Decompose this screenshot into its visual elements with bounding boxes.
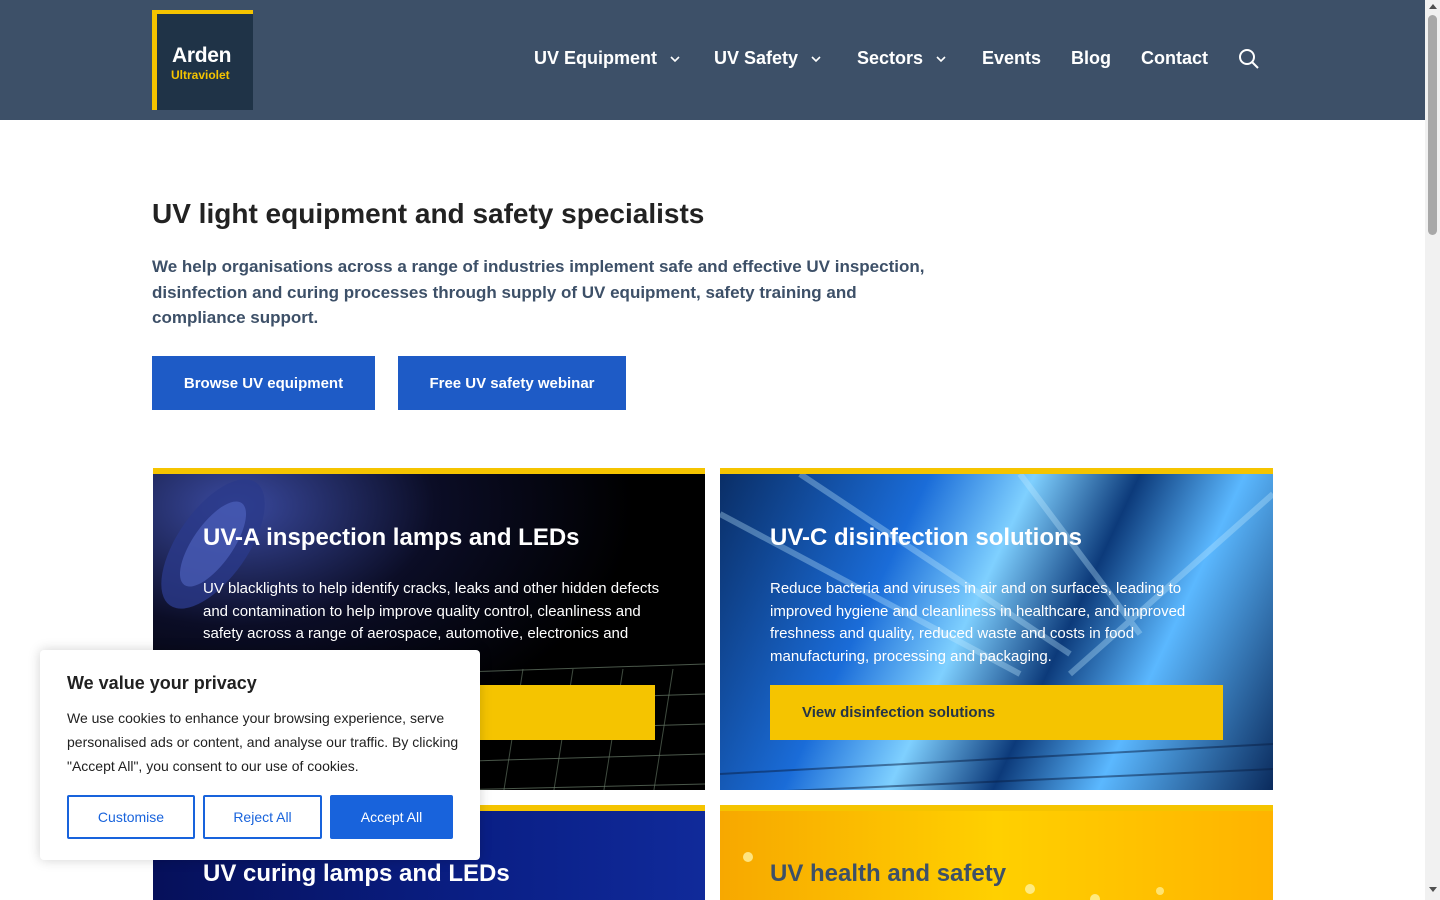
customise-button[interactable]: Customise bbox=[67, 795, 195, 839]
scroll-up-arrow-icon[interactable] bbox=[1429, 4, 1437, 9]
nav-uv-equipment[interactable]: UV Equipment bbox=[534, 48, 681, 69]
chevron-down-icon bbox=[670, 55, 680, 62]
site-header: Arden Ultraviolet UV Equipment UV Safety… bbox=[0, 0, 1425, 120]
logo-subtitle: Ultraviolet bbox=[171, 68, 230, 82]
card-title: UV curing lamps and LEDs bbox=[203, 860, 510, 887]
nav-blog[interactable]: Blog bbox=[1071, 48, 1111, 69]
nav-events[interactable]: Events bbox=[982, 48, 1041, 69]
nav-label: Blog bbox=[1071, 48, 1111, 68]
cookie-consent-banner: We value your privacy We use cookies to … bbox=[40, 650, 480, 860]
page-title: UV light equipment and safety specialist… bbox=[152, 198, 705, 229]
card-title: UV-A inspection lamps and LEDs bbox=[203, 524, 580, 551]
hero-description: We help organisations across a range of … bbox=[152, 257, 925, 327]
free-uv-safety-webinar-button[interactable]: Free UV safety webinar bbox=[398, 356, 626, 410]
chevron-down-icon bbox=[811, 55, 821, 62]
cookie-title: We value your privacy bbox=[67, 673, 257, 693]
card-description: Reduce bacteria and viruses in air and o… bbox=[770, 580, 1186, 665]
vertical-scrollbar[interactable] bbox=[1425, 0, 1440, 900]
browse-uv-equipment-button[interactable]: Browse UV equipment bbox=[152, 356, 375, 410]
nav-sectors[interactable]: Sectors bbox=[857, 48, 947, 69]
nav-contact[interactable]: Contact bbox=[1141, 48, 1208, 69]
view-disinfection-solutions-button[interactable]: View disinfection solutions bbox=[770, 685, 1223, 740]
arden-logo[interactable]: Arden Ultraviolet bbox=[152, 10, 253, 110]
scroll-down-arrow-icon[interactable] bbox=[1429, 887, 1437, 892]
search-icon[interactable] bbox=[1238, 48, 1260, 70]
chevron-down-icon bbox=[936, 55, 946, 62]
cookie-description: We use cookies to enhance your browsing … bbox=[67, 710, 459, 774]
nav-uv-safety[interactable]: UV Safety bbox=[714, 48, 822, 69]
nav-label: Contact bbox=[1141, 48, 1208, 68]
scrollbar-thumb[interactable] bbox=[1428, 15, 1437, 235]
card-title: UV-C disinfection solutions bbox=[770, 524, 1083, 551]
nav-label: Sectors bbox=[857, 48, 924, 68]
card-title: UV health and safety bbox=[770, 860, 1007, 887]
reject-all-button[interactable]: Reject All bbox=[203, 795, 322, 839]
nav-label: UV Equipment bbox=[534, 48, 658, 68]
logo-wordmark: Arden bbox=[172, 44, 232, 67]
nav-label: UV Safety bbox=[714, 48, 799, 68]
card-uv-health-safety[interactable]: UV health and safety bbox=[720, 805, 1273, 900]
nav-label: Events bbox=[982, 48, 1042, 68]
card-uvc-disinfection[interactable]: UV-C disinfection solutions Reduce bacte… bbox=[720, 468, 1273, 790]
accept-all-button[interactable]: Accept All bbox=[330, 795, 453, 839]
